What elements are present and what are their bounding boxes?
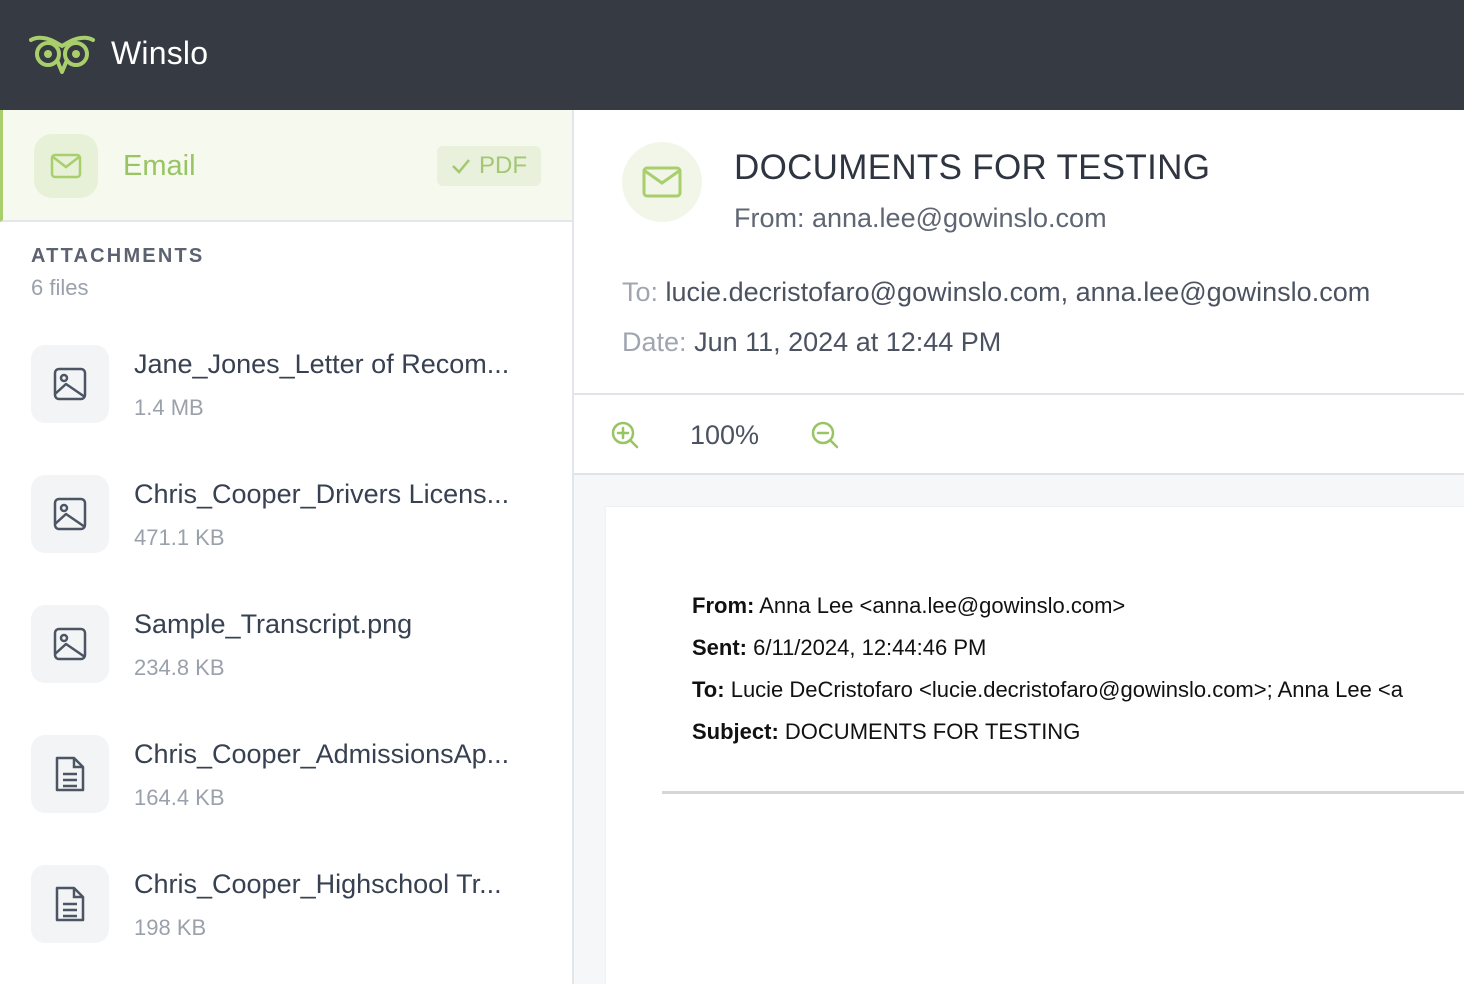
file-size: 1.4 MB bbox=[134, 395, 204, 420]
preview-sent-label: Sent: bbox=[692, 635, 747, 660]
zoom-in-icon[interactable] bbox=[610, 420, 640, 450]
list-item[interactable]: Chris_Cooper_Drivers Licens... 471.1 KB bbox=[0, 475, 572, 575]
preview-from-label: From: bbox=[692, 593, 755, 618]
winslo-logo-icon bbox=[29, 35, 95, 74]
to-label: To: bbox=[622, 277, 659, 307]
preview-sent-value: 6/11/2024, 12:44:46 PM bbox=[753, 635, 987, 660]
email-item-label: Email bbox=[123, 150, 196, 182]
email-item[interactable]: Email PDF bbox=[0, 110, 572, 222]
image-icon bbox=[31, 605, 109, 683]
pdf-viewer[interactable]: From: Anna Lee <anna.lee@gowinslo.com> S… bbox=[574, 475, 1464, 984]
date-label: Date: bbox=[622, 327, 687, 357]
pdf-page: From: Anna Lee <anna.lee@gowinslo.com> S… bbox=[606, 507, 1464, 984]
email-date: Date: Jun 11, 2024 at 12:44 PM bbox=[622, 327, 1001, 358]
list-item[interactable]: Chris_Cooper_Highschool Tr... 198 KB bbox=[0, 865, 572, 965]
document-icon bbox=[31, 735, 109, 813]
mail-icon bbox=[622, 142, 702, 222]
mail-icon bbox=[34, 134, 98, 198]
image-icon bbox=[31, 345, 109, 423]
zoom-out-icon[interactable] bbox=[810, 420, 840, 450]
sidebar: Email PDF ATTACHMENTS 6 files Jane_Jones… bbox=[0, 110, 574, 984]
list-item[interactable]: Chris_Cooper_AdmissionsAp... 164.4 KB bbox=[0, 735, 572, 835]
email-subject: DOCUMENTS FOR TESTING bbox=[734, 148, 1211, 187]
file-name: Sample_Transcript.png bbox=[134, 609, 413, 639]
document-icon bbox=[31, 865, 109, 943]
file-size: 198 KB bbox=[134, 915, 207, 940]
file-size: 164.4 KB bbox=[134, 785, 225, 810]
email-detail-panel: DOCUMENTS FOR TESTING From: anna.lee@gow… bbox=[574, 110, 1464, 984]
file-name: Chris_Cooper_Highschool Tr... bbox=[134, 869, 502, 899]
top-bar: Winslo bbox=[0, 0, 1464, 110]
file-size: 234.8 KB bbox=[134, 655, 225, 680]
email-from: From: anna.lee@gowinslo.com bbox=[734, 203, 1107, 233]
preview-subject-label: Subject: bbox=[692, 719, 779, 744]
preview-to-label: To: bbox=[692, 677, 725, 702]
app-name: Winslo bbox=[111, 35, 209, 71]
preview-to: To: Lucie DeCristofaro <lucie.decristofa… bbox=[692, 677, 1403, 703]
preview-subject-value: DOCUMENTS FOR TESTING bbox=[784, 719, 1081, 744]
pdf-badge[interactable]: PDF bbox=[437, 146, 541, 186]
check-icon bbox=[452, 159, 470, 174]
date-value: Jun 11, 2024 at 12:44 PM bbox=[694, 327, 1002, 357]
preview-sent: Sent: 6/11/2024, 12:44:46 PM bbox=[692, 635, 986, 661]
preview-subject: Subject: DOCUMENTS FOR TESTING bbox=[692, 719, 1080, 745]
file-size: 471.1 KB bbox=[134, 525, 225, 550]
preview-to-value: Lucie DeCristofaro <lucie.decristofaro@g… bbox=[730, 677, 1404, 702]
preview-divider bbox=[662, 791, 1464, 794]
zoom-level: 100% bbox=[690, 420, 760, 450]
pdf-badge-label: PDF bbox=[479, 152, 527, 179]
list-item[interactable]: Jane_Jones_Letter of Recom... 1.4 MB bbox=[0, 345, 572, 445]
preview-from: From: Anna Lee <anna.lee@gowinslo.com> bbox=[692, 593, 1125, 619]
email-to: To: lucie.decristofaro@gowinslo.com, ann… bbox=[622, 277, 1370, 308]
preview-from-value: Anna Lee <anna.lee@gowinslo.com> bbox=[759, 593, 1126, 618]
file-name: Chris_Cooper_AdmissionsAp... bbox=[134, 739, 510, 769]
attachments-count: 6 files bbox=[31, 275, 89, 300]
attachments-heading: ATTACHMENTS bbox=[31, 245, 205, 267]
file-name: Chris_Cooper_Drivers Licens... bbox=[134, 479, 510, 509]
image-icon bbox=[31, 475, 109, 553]
file-name: Jane_Jones_Letter of Recom... bbox=[134, 349, 510, 379]
to-value: lucie.decristofaro@gowinslo.com, anna.le… bbox=[665, 277, 1371, 307]
zoom-toolbar: 100% bbox=[574, 395, 1464, 473]
list-item[interactable]: Sample_Transcript.png 234.8 KB bbox=[0, 605, 572, 705]
